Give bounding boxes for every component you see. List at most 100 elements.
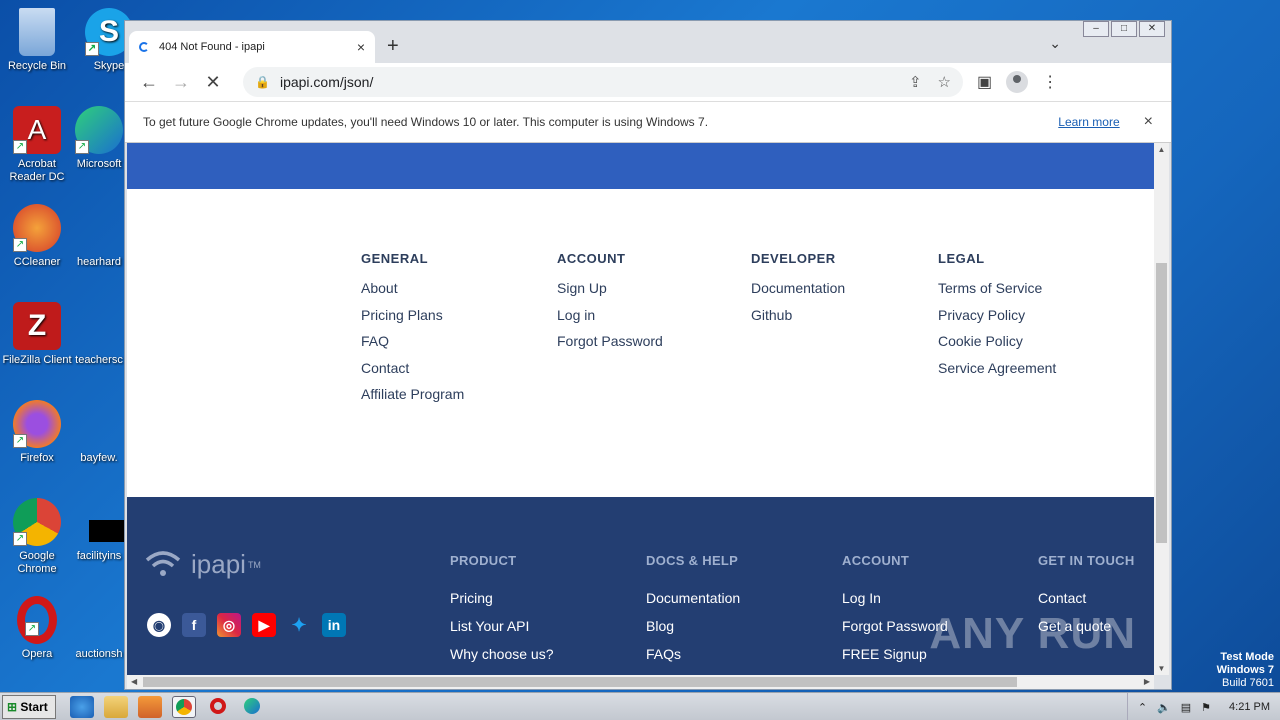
footer-dark-link[interactable]: Blog xyxy=(646,618,740,634)
footer-col-heading: GENERAL xyxy=(361,251,429,266)
footer-col-general: GENERAL About Pricing Plans FAQ Contact … xyxy=(361,251,464,413)
taskbar-opera-icon[interactable] xyxy=(206,696,230,718)
close-window-button[interactable]: ✕ xyxy=(1139,21,1165,37)
address-bar[interactable]: 🔒 ipapi.com/json/ ⇪ ☆ xyxy=(243,67,963,97)
browser-toolbar: ← → ✕ 🔒 ipapi.com/json/ ⇪ ☆ ▣ ⋮ xyxy=(125,63,1171,101)
windows-watermark: Test Mode Windows 7 Build 7601 xyxy=(1216,651,1274,689)
twitter-icon[interactable]: ✦ xyxy=(287,613,311,637)
footer-dark-link[interactable]: List Your API xyxy=(450,618,554,634)
instagram-icon[interactable]: ◎ xyxy=(217,613,241,637)
network-icon[interactable]: ▤ xyxy=(1181,701,1191,714)
youtube-icon[interactable]: ▶ xyxy=(252,613,276,637)
footer-col-heading: LEGAL xyxy=(938,251,985,266)
tab-close-icon[interactable]: × xyxy=(357,39,365,55)
footer-dark-link[interactable]: Log In xyxy=(842,590,948,606)
active-tab[interactable]: 404 Not Found - ipapi × xyxy=(129,31,375,63)
footer-link-service-agreement[interactable]: Service Agreement xyxy=(938,360,1056,376)
volume-icon[interactable]: 🔈 xyxy=(1157,701,1171,714)
url-text[interactable]: ipapi.com/json/ xyxy=(280,74,893,90)
footer-link-terms[interactable]: Terms of Service xyxy=(938,280,1056,296)
scroll-left-icon[interactable]: ◀ xyxy=(131,675,137,689)
scroll-up-icon[interactable]: ▲ xyxy=(1154,145,1169,154)
footer-link-log-in[interactable]: Log in xyxy=(557,307,663,323)
shortcut-arrow-icon: ↗ xyxy=(13,532,27,546)
footer-dark-link[interactable]: Why choose us? xyxy=(450,646,554,662)
taskbar-media-player-icon[interactable] xyxy=(138,695,162,718)
footer-dark-col-docs: DOCS & HELP Documentation Blog FAQs xyxy=(646,553,740,674)
footer-dark-link[interactable]: FAQs xyxy=(646,646,740,662)
footer-link-sign-up[interactable]: Sign Up xyxy=(557,280,663,296)
desktop-icon-recycle-bin[interactable]: Recycle Bin xyxy=(0,8,74,73)
share-icon[interactable]: ⇪ xyxy=(909,73,922,91)
footer-dark-link[interactable]: Documentation xyxy=(646,590,740,606)
footer-link-about[interactable]: About xyxy=(361,280,464,296)
acrobat-icon: A ↗ xyxy=(13,106,61,154)
facebook-icon[interactable]: f xyxy=(182,613,206,637)
file-icon xyxy=(75,302,123,350)
footer-link-privacy[interactable]: Privacy Policy xyxy=(938,307,1056,323)
logo-tm: TM xyxy=(247,559,261,570)
footer-dark-link[interactable]: Contact xyxy=(1038,590,1135,606)
footer-link-faq[interactable]: FAQ xyxy=(361,333,464,349)
footer-link-affiliate[interactable]: Affiliate Program xyxy=(361,386,464,402)
taskbar-chrome-icon[interactable] xyxy=(172,695,196,718)
tab-title: 404 Not Found - ipapi xyxy=(159,41,265,53)
back-button[interactable]: ← xyxy=(133,72,165,93)
firefox-icon: ↗ xyxy=(13,400,61,448)
profile-avatar-icon[interactable] xyxy=(1006,71,1029,93)
footer-dark: ipapi TM ◉ f ◎ ▶ ✦ in PRODUCT Pricing Li… xyxy=(127,497,1154,675)
stop-loading-button[interactable]: ✕ xyxy=(197,72,229,93)
scroll-down-icon[interactable]: ▼ xyxy=(1154,664,1169,673)
bookmark-star-icon[interactable]: ☆ xyxy=(938,73,951,91)
clock[interactable]: 4:21 PM xyxy=(1229,701,1270,713)
scroll-thumb[interactable] xyxy=(1156,263,1167,543)
vertical-scrollbar[interactable]: ▲ ▼ xyxy=(1154,143,1169,675)
maximize-button[interactable]: □ xyxy=(1111,21,1137,37)
footer-dark-col-product: PRODUCT Pricing List Your API Why choose… xyxy=(450,553,554,674)
taskbar-edge-icon[interactable] xyxy=(240,696,264,718)
page-viewport: GENERAL About Pricing Plans FAQ Contact … xyxy=(127,143,1154,675)
tray-expand-icon[interactable]: ⌃ xyxy=(1138,701,1147,714)
footer-link-cookie[interactable]: Cookie Policy xyxy=(938,333,1056,349)
footer-link-contact[interactable]: Contact xyxy=(361,360,464,376)
filezilla-icon: Z xyxy=(13,302,61,350)
learn-more-link[interactable]: Learn more xyxy=(1058,115,1119,129)
footer-col-developer: DEVELOPER Documentation Github xyxy=(751,251,845,333)
ipapi-logo[interactable]: ipapi TM xyxy=(145,549,261,580)
footer-dark-heading: DOCS & HELP xyxy=(646,553,739,568)
horizontal-scrollbar[interactable]: ◀ ▶ xyxy=(127,675,1154,689)
start-button[interactable]: ⊞ Start xyxy=(2,694,56,719)
minimize-button[interactable]: – xyxy=(1083,21,1109,37)
side-panel-icon[interactable]: ▣ xyxy=(977,72,992,92)
infobar-message: To get future Google Chrome updates, you… xyxy=(143,115,709,129)
hero-band xyxy=(127,143,1154,189)
scroll-right-icon[interactable]: ▶ xyxy=(1144,675,1150,689)
footer-link-documentation[interactable]: Documentation xyxy=(751,280,845,296)
footer-link-forgot-password[interactable]: Forgot Password xyxy=(557,333,663,349)
footer-dark-link[interactable]: Pricing xyxy=(450,590,554,606)
shortcut-arrow-icon: ↗ xyxy=(25,622,39,636)
system-tray: ⌃ 🔈 ▤ ⚑ 4:21 PM xyxy=(1126,693,1280,720)
h-scroll-thumb[interactable] xyxy=(143,677,1017,687)
update-infobar: To get future Google Chrome updates, you… xyxy=(125,101,1171,143)
taskbar-explorer-icon[interactable] xyxy=(104,695,128,718)
shortcut-arrow-icon: ↗ xyxy=(85,42,99,56)
toolbar-right: ▣ ⋮ xyxy=(977,71,1058,93)
footer-dark-heading: GET IN TOUCH xyxy=(1038,553,1135,568)
flag-icon[interactable]: ⚑ xyxy=(1201,701,1211,714)
taskbar-ie-icon[interactable] xyxy=(70,695,94,718)
footer-link-github[interactable]: Github xyxy=(751,307,845,323)
tab-search-icon[interactable]: ⌄ xyxy=(1049,35,1061,52)
shortcut-arrow-icon: ↗ xyxy=(75,140,89,154)
github-icon[interactable]: ◉ xyxy=(147,613,171,637)
linkedin-icon[interactable]: in xyxy=(322,613,346,637)
file-icon xyxy=(75,400,123,448)
forward-button[interactable]: → xyxy=(165,72,197,93)
footer-link-pricing-plans[interactable]: Pricing Plans xyxy=(361,307,464,323)
footer-col-account: ACCOUNT Sign Up Log in Forgot Password xyxy=(557,251,663,360)
new-tab-button[interactable]: + xyxy=(387,35,399,58)
edge-icon: ↗ xyxy=(75,106,123,154)
infobar-close-icon[interactable]: × xyxy=(1144,113,1153,131)
menu-kebab-icon[interactable]: ⋮ xyxy=(1042,72,1058,92)
lock-icon[interactable]: 🔒 xyxy=(255,75,270,89)
